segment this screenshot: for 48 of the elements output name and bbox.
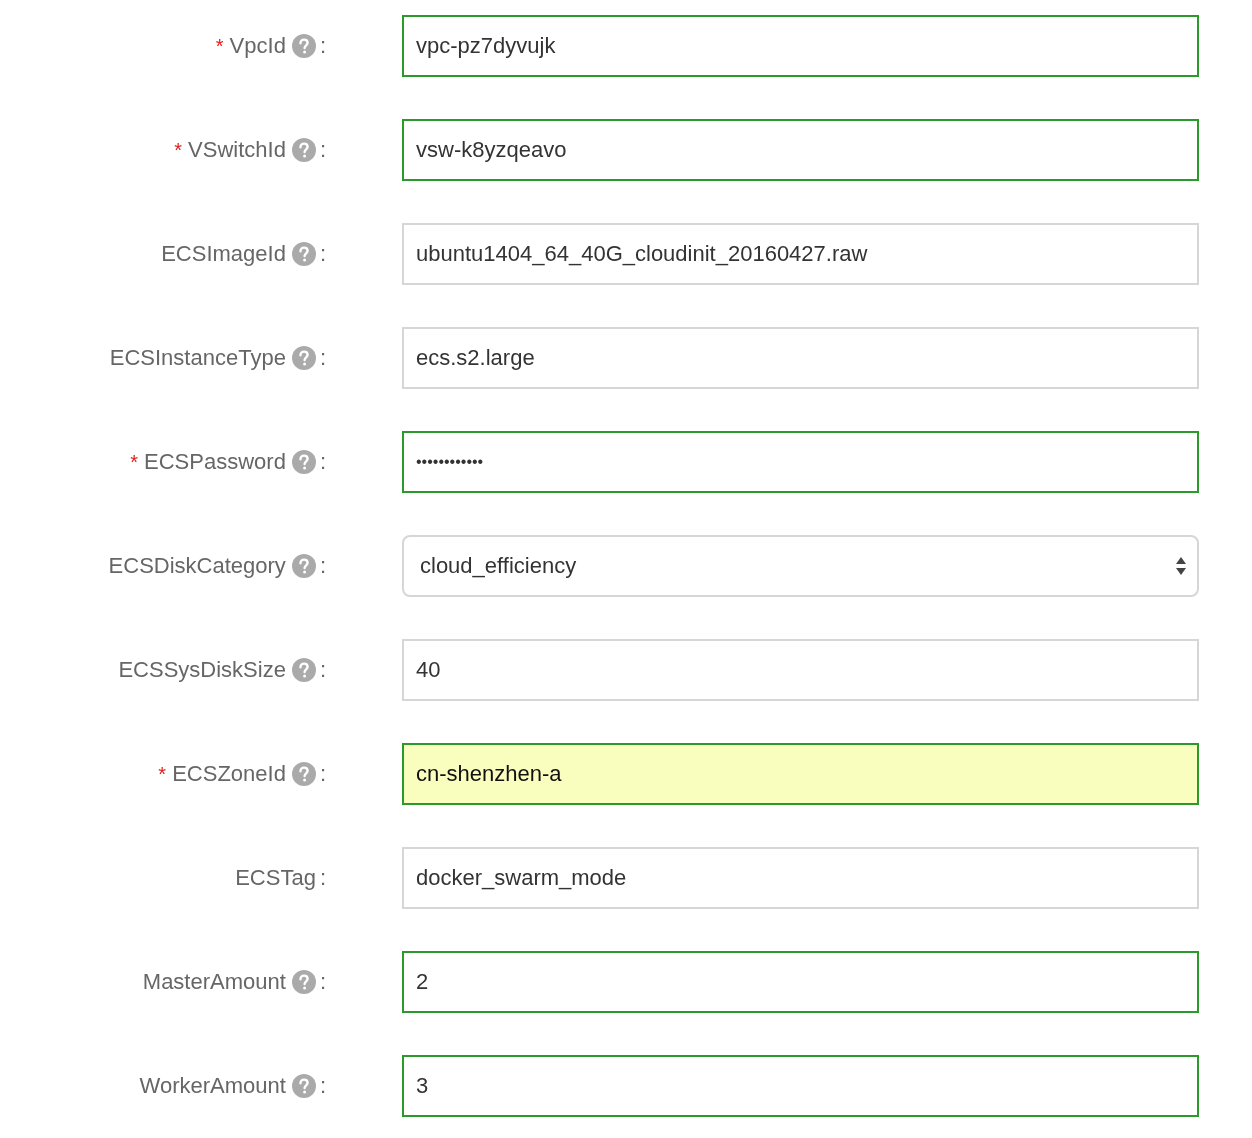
field-label: VSwitchId (188, 137, 286, 163)
label-colon: : (319, 657, 326, 683)
label-colon: : (319, 241, 326, 267)
required-mark: * (158, 762, 167, 786)
input-field[interactable]: docker_swarm_mode (402, 847, 1199, 909)
input-field[interactable]: 40 (402, 639, 1199, 701)
field-label: ECSZoneId (172, 761, 286, 787)
help-icon[interactable] (291, 138, 316, 162)
help-icon[interactable] (291, 242, 316, 266)
help-icon[interactable] (291, 346, 316, 370)
input-field[interactable]: 3 (402, 1055, 1199, 1117)
label-colon: : (319, 345, 326, 371)
field-label: ECSDiskCategory (108, 553, 286, 579)
help-icon[interactable] (291, 34, 316, 58)
required-mark: * (174, 138, 183, 162)
required-mark: * (215, 34, 224, 58)
required-mark: * (130, 450, 139, 474)
password-field[interactable]: •••••••••••• (402, 431, 1199, 493)
field-label: MasterAmount (142, 969, 286, 995)
input-field[interactable]: cn-shenzhen-a (402, 743, 1199, 805)
label-colon: : (319, 449, 326, 475)
help-icon[interactable] (291, 554, 316, 578)
input-field[interactable]: vpc-pz7dyvujk (402, 15, 1199, 77)
field-label: ECSInstanceType (109, 345, 286, 371)
label-colon: : (319, 761, 326, 787)
input-field[interactable]: 2 (402, 951, 1199, 1013)
help-icon[interactable] (291, 1074, 316, 1098)
field-label: VpcId (229, 33, 286, 59)
field-label: WorkerAmount (139, 1073, 286, 1099)
input-field[interactable]: ubuntu1404_64_40G_cloudinit_20160427.raw (402, 223, 1199, 285)
field-label: ECSSysDiskSize (118, 657, 286, 683)
input-field[interactable]: vsw-k8yzqeavo (402, 119, 1199, 181)
help-icon[interactable] (291, 762, 316, 786)
help-icon[interactable] (291, 658, 316, 682)
help-icon[interactable] (291, 450, 316, 474)
input-field[interactable]: ecs.s2.large (402, 327, 1199, 389)
label-colon: : (319, 553, 326, 579)
help-icon[interactable] (291, 970, 316, 994)
field-label: ECSTag (235, 865, 316, 891)
field-label: ECSImageId (161, 241, 286, 267)
label-colon: : (319, 1073, 326, 1099)
label-colon: : (319, 33, 326, 59)
dropdown[interactable]: cloud_efficiency (402, 535, 1199, 597)
label-colon: : (319, 865, 326, 891)
up-down-arrows-icon (1175, 555, 1187, 577)
field-label: ECSPassword (144, 449, 286, 475)
label-colon: : (319, 969, 326, 995)
label-colon: : (319, 137, 326, 163)
